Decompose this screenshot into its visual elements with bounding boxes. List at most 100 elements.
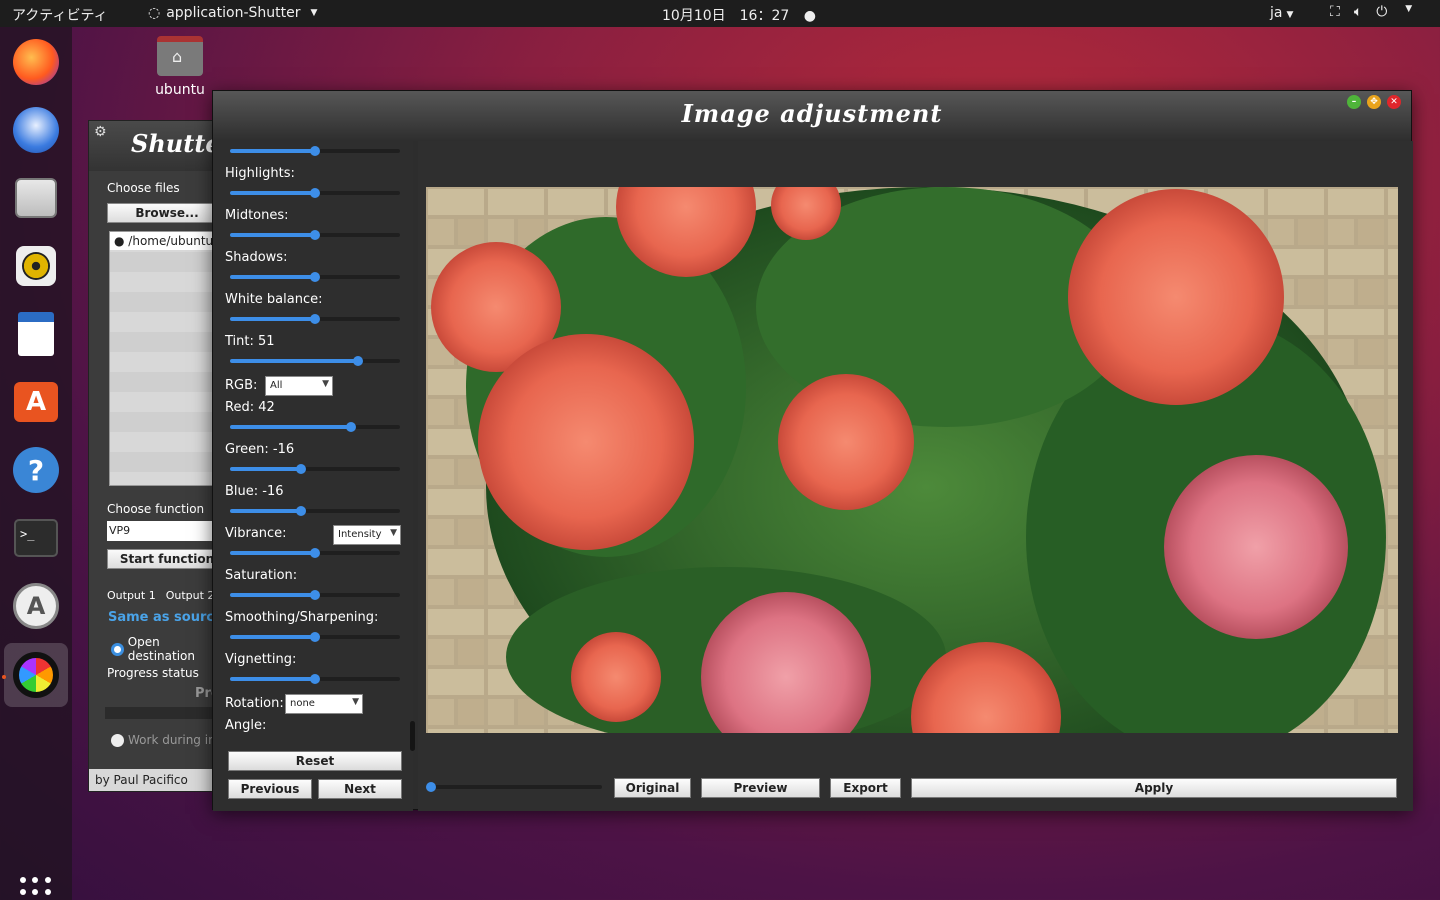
open-destination-radio[interactable]: Open destination xyxy=(111,635,227,663)
file-list[interactable]: ● /home/ubuntu/ xyxy=(109,231,227,486)
shadows-label: Shadows: xyxy=(225,250,288,265)
saturation-label: Saturation: xyxy=(225,568,298,583)
rotation-select[interactable]: none ▼ xyxy=(285,694,363,714)
start-function-button[interactable]: Start function xyxy=(107,549,227,569)
home-folder-icon: ⌂ xyxy=(157,36,203,76)
chevron-down-icon: ▼ xyxy=(390,528,397,538)
reset-button[interactable]: Reset xyxy=(228,751,402,771)
input-method-label: ja xyxy=(1270,5,1283,21)
top-slider[interactable] xyxy=(230,146,400,156)
dock-thunderbird[interactable] xyxy=(10,104,62,156)
next-button[interactable]: Next xyxy=(318,779,402,799)
blue-slider[interactable] xyxy=(230,506,400,516)
activities-button[interactable]: アクティビティ xyxy=(12,5,108,25)
software-icon: A xyxy=(14,382,58,422)
slider-knob[interactable] xyxy=(310,230,320,240)
work-during-inactivity-radio[interactable]: Work during ina xyxy=(111,733,223,747)
function-select[interactable]: VP9 xyxy=(107,521,227,541)
system-tray[interactable]: ⛶ 🔈︎ ⏻ ▼ xyxy=(1330,4,1412,20)
dock-rhythmbox[interactable] xyxy=(10,240,62,292)
slider-knob[interactable] xyxy=(426,782,436,792)
slider-knob[interactable] xyxy=(310,590,320,600)
slider-knob[interactable] xyxy=(296,506,307,516)
chevron-down-icon: ▼ xyxy=(1286,10,1294,20)
updater-icon: A xyxy=(13,583,59,629)
dock-software[interactable]: A xyxy=(10,376,62,428)
rgb-channel-select[interactable]: All ▼ xyxy=(265,376,333,396)
desktop-home-folder[interactable]: ⌂ ubuntu xyxy=(150,36,210,98)
slider-knob[interactable] xyxy=(310,272,320,282)
midtones-label: Midtones: xyxy=(225,208,289,223)
tint-slider[interactable] xyxy=(230,356,400,366)
panel-scrollbar[interactable] xyxy=(410,721,415,751)
rgb-label: RGB: xyxy=(225,378,258,393)
tab-output-2[interactable]: Output 2 xyxy=(166,589,215,602)
angle-label: Angle: xyxy=(225,718,267,733)
slider-knob[interactable] xyxy=(310,146,320,156)
saturation-slider[interactable] xyxy=(230,590,400,600)
terminal-icon: >_ xyxy=(14,519,58,557)
maximize-icon[interactable]: ✥ xyxy=(1367,95,1381,109)
network-icon: ⛶ xyxy=(1330,4,1340,20)
midtones-slider[interactable] xyxy=(230,230,400,240)
previous-button[interactable]: Previous xyxy=(228,779,312,799)
slider-knob[interactable] xyxy=(310,548,320,558)
slider-knob[interactable] xyxy=(310,314,320,324)
dock-shutter[interactable] xyxy=(4,643,68,707)
vignetting-slider[interactable] xyxy=(230,674,400,684)
green-slider[interactable] xyxy=(230,464,400,474)
clock-label: 10月10日 16：27 xyxy=(662,8,790,24)
slider-knob[interactable] xyxy=(310,188,320,198)
shutter-window: ⚙ Shutter Choose files Browse... ● /home… xyxy=(88,120,228,792)
browse-button[interactable]: Browse... xyxy=(107,203,227,223)
slider-knob[interactable] xyxy=(352,356,363,366)
vibrance-mode-select[interactable]: Intensity ▼ xyxy=(333,525,401,545)
input-method[interactable]: ja ▼ xyxy=(1270,5,1293,21)
dock-updater[interactable]: A xyxy=(10,580,62,632)
smoothing-slider[interactable] xyxy=(230,632,400,642)
highlights-slider[interactable] xyxy=(230,188,400,198)
firefox-icon xyxy=(13,39,59,85)
smoothing-label: Smoothing/Sharpening: xyxy=(225,610,379,625)
same-as-source-link[interactable]: Same as source xyxy=(108,610,223,625)
apply-button[interactable]: Apply xyxy=(911,778,1397,798)
dock-terminal[interactable]: >_ xyxy=(10,512,62,564)
app-menu[interactable]: ◌ application-Shutter ▼ xyxy=(148,5,317,21)
output-tabs: Output 1 Output 2 xyxy=(107,589,214,602)
dock-help[interactable]: ? xyxy=(10,444,62,496)
slider-knob[interactable] xyxy=(310,632,320,642)
preview-image[interactable] xyxy=(426,187,1398,733)
dock-writer[interactable] xyxy=(10,308,62,360)
red-label: Red: 42 xyxy=(225,400,275,415)
chevron-down-icon: ▼ xyxy=(352,697,359,707)
export-button[interactable]: Export xyxy=(830,778,901,798)
original-button[interactable]: Original xyxy=(614,778,691,798)
shutter-footer: by Paul Pacifico E xyxy=(89,769,227,791)
slider-knob[interactable] xyxy=(296,464,307,474)
vibrance-slider[interactable] xyxy=(230,548,400,558)
red-slider[interactable] xyxy=(230,422,400,432)
gear-icon[interactable]: ⚙ xyxy=(94,124,107,140)
preview-button[interactable]: Preview xyxy=(701,778,820,798)
slider-knob[interactable] xyxy=(310,674,320,684)
work-during-label: Work during ina xyxy=(128,733,224,747)
dock-firefox[interactable] xyxy=(10,36,62,88)
close-icon[interactable]: ✕ xyxy=(1387,95,1401,109)
show-apps-icon[interactable] xyxy=(20,877,52,900)
minimize-icon[interactable]: – xyxy=(1347,95,1361,109)
list-item[interactable]: ● /home/ubuntu/ xyxy=(110,232,227,250)
tab-output-1[interactable]: Output 1 xyxy=(107,589,156,602)
white-balance-slider[interactable] xyxy=(230,314,400,324)
rhythmbox-icon xyxy=(16,246,56,286)
rotation-label: Rotation: xyxy=(225,696,284,711)
help-icon: ? xyxy=(13,447,59,493)
shutter-tray-icon: ◌ xyxy=(148,5,161,21)
dock-files[interactable] xyxy=(10,172,62,224)
files-icon xyxy=(15,178,57,218)
writer-icon xyxy=(18,312,54,356)
adjust-title-bar[interactable]: Image adjustment – ✥ ✕ xyxy=(213,91,1411,141)
shadows-slider[interactable] xyxy=(230,272,400,282)
zoom-slider[interactable] xyxy=(426,782,602,792)
clock[interactable]: 10月10日 16：27 ● xyxy=(662,5,816,25)
slider-knob[interactable] xyxy=(345,422,356,432)
